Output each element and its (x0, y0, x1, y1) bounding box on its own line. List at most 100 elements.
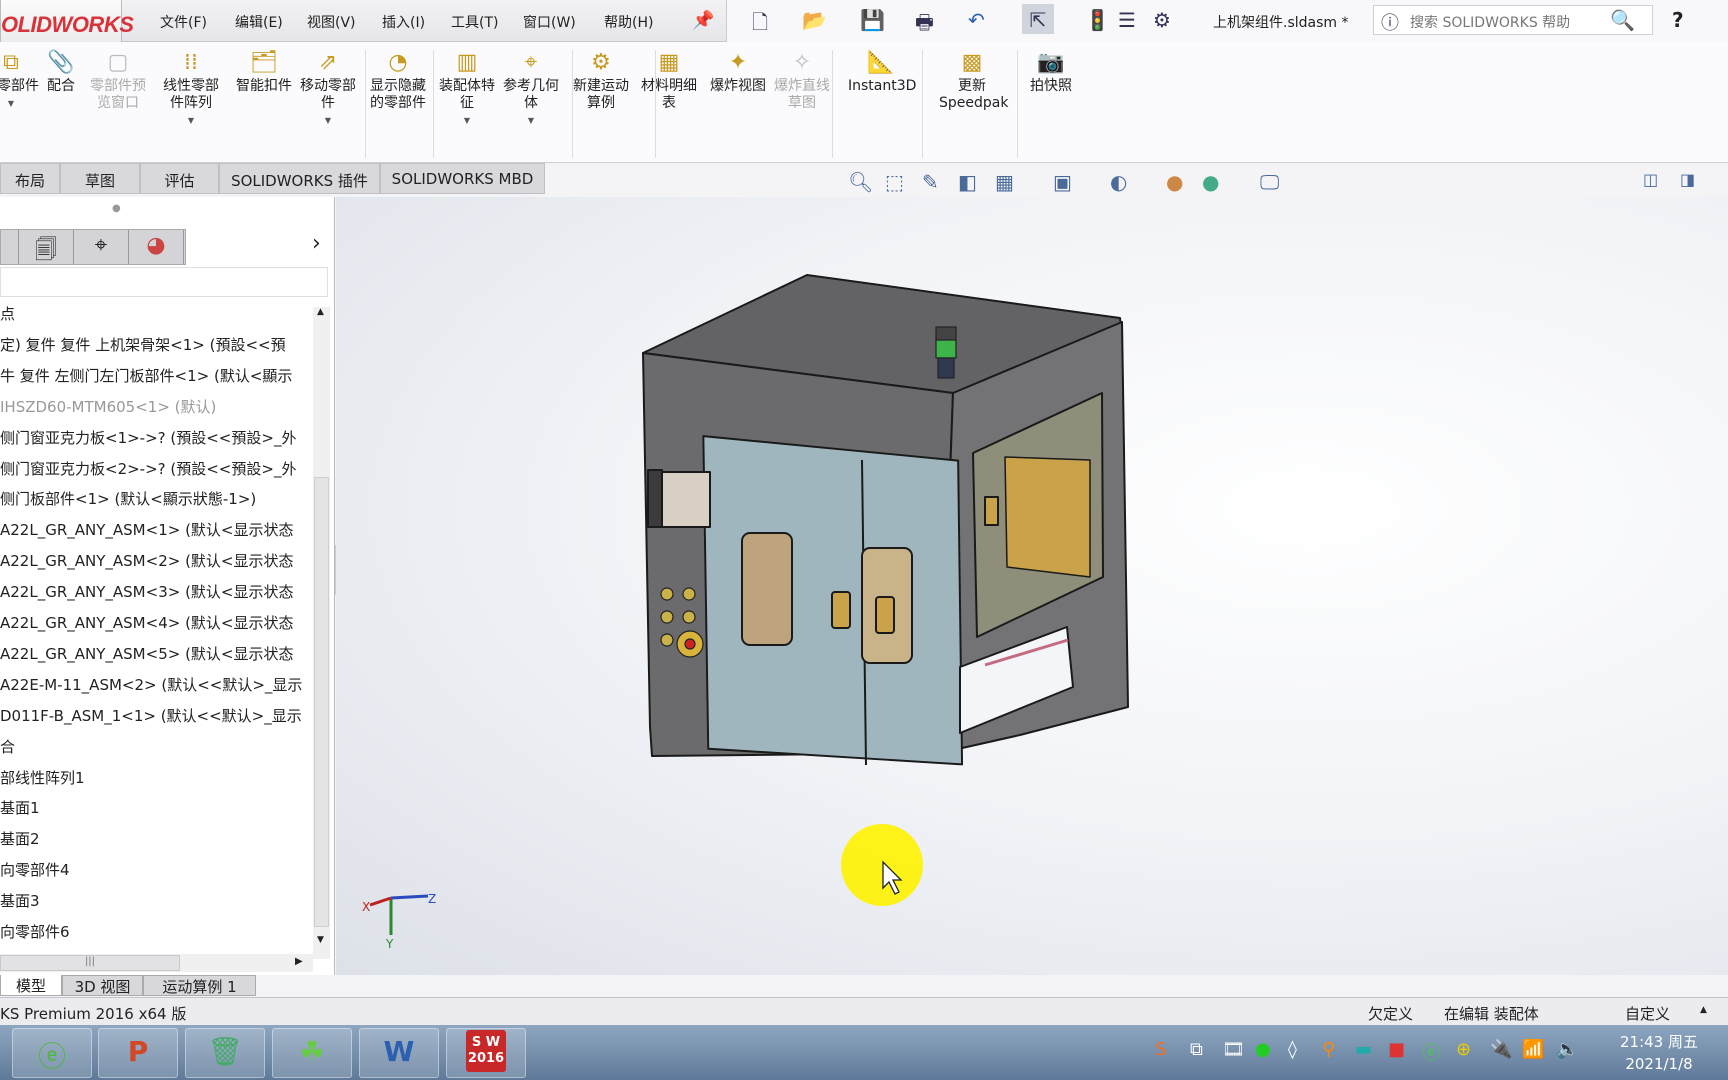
tree-item[interactable]: 侧门板部件<1> (默认<顯示狀態-1>) (0, 488, 312, 512)
scroll-down-icon[interactable]: ▼ (317, 935, 324, 945)
view-orientation-icon[interactable]: ▦ (995, 170, 1014, 194)
tray-search-icon[interactable]: ⚲ (1322, 1039, 1335, 1060)
graphics-viewport[interactable]: X Y Z (336, 197, 1728, 975)
zoom-to-fit-icon[interactable]: 🔍︎ (848, 170, 873, 194)
menu-item[interactable]: 帮助(H) (604, 12, 653, 32)
tree-item[interactable]: 侧门窗亚克力板<2>->? (預設<<預設>_外 (0, 458, 312, 482)
ribbon-assembly-feature-button[interactable]: ▥ 装配体特征 ▼ (434, 48, 500, 129)
ribbon-instant3d-button[interactable]: 📐 Instant3D (848, 48, 916, 95)
print-icon[interactable]: 🖶 (915, 8, 934, 42)
chevron-down-icon[interactable]: ▼ (158, 112, 224, 129)
ribbon-smart-fastener-button[interactable]: 🗂 智能扣件 (231, 48, 297, 95)
tree-item[interactable]: 基面1 (0, 797, 312, 821)
restore-pane-icon[interactable]: ◫ (1643, 170, 1658, 189)
status-up-icon[interactable]: ▲ (1700, 1005, 1707, 1015)
new-file-icon[interactable]: 🗋 (752, 8, 768, 42)
tray-app-icon[interactable]: ◊ (1288, 1039, 1297, 1060)
tray-film-icon[interactable]: 🎞 (1222, 1039, 1245, 1060)
tab-command[interactable]: SOLIDWORKS MBD (380, 163, 545, 194)
tree-item[interactable]: 点 (0, 303, 312, 327)
tray-alert-icon[interactable]: ■ (1388, 1039, 1405, 1060)
options-gear-icon[interactable]: ⚙ (1153, 8, 1171, 32)
tray-wbx-icon[interactable]: ▬ (1355, 1039, 1372, 1060)
section-view-icon[interactable]: ◧ (958, 170, 977, 194)
menu-item[interactable]: 文件(F) (160, 12, 207, 32)
ribbon-explode-line-button[interactable]: ✧ 爆炸直线草图 (769, 48, 835, 112)
maximize-pane-icon[interactable]: ◨ (1680, 170, 1695, 189)
scroll-up-icon[interactable]: ▲ (317, 307, 324, 317)
panel-grip-icon[interactable]: ● (112, 203, 121, 214)
tab-command[interactable]: 布局 (0, 163, 60, 194)
ribbon-reference-geometry-button[interactable]: ⌖ 参考几何体 ▼ (498, 48, 564, 129)
tree-item[interactable]: 侧门窗亚克力板<1>->? (預設<<預設>_外 (0, 427, 312, 451)
display-style-icon[interactable]: ▣ (1053, 170, 1072, 194)
tree-item[interactable]: 部线性阵列1 (0, 767, 312, 791)
zoom-area-icon[interactable]: ⬚ (885, 170, 904, 194)
tray-expand-icon[interactable]: ⧉ (1190, 1039, 1203, 1060)
taskbar-clock[interactable]: 21:43 周五 2021/1/8 (1620, 1031, 1698, 1075)
ribbon-linear-pattern-button[interactable]: ⁞⁞ 线性零部件阵列 ▼ (158, 48, 224, 129)
tree-item[interactable]: 牛 复件 左侧门左门板部件<1> (默认<顯示 (0, 365, 312, 389)
ribbon-speedpak-button[interactable]: ▩ 更新Speedpak (939, 48, 1008, 112)
dimxpert-tab[interactable]: ⌖ (74, 230, 129, 264)
tab-command[interactable]: 草图 (60, 163, 140, 194)
ribbon-show-hidden-button[interactable]: ◔ 显示隐藏的零部件 (365, 48, 431, 112)
menu-item[interactable]: 窗口(W) (523, 12, 576, 32)
tree-item[interactable]: 定) 复件 复件 上机架骨架<1> (預設<<預 (0, 334, 312, 358)
menu-item[interactable]: 插入(I) (382, 12, 425, 32)
volume-icon[interactable]: 🔈 (1556, 1039, 1578, 1060)
tree-item[interactable]: D011F-B_ASM_1<1> (默认<<默认>_显示 (0, 705, 312, 729)
tree-item[interactable]: A22L_GR_ANY_ASM<1> (默认<显示状态 (0, 519, 312, 543)
tab-command[interactable]: SOLIDWORKS 插件 (219, 163, 380, 194)
tree-item[interactable]: 合 (0, 736, 312, 760)
wechat-icon[interactable]: ● (1255, 1039, 1271, 1060)
pin-icon[interactable]: 📌 (692, 10, 714, 31)
edit-appearance-icon[interactable]: ● (1166, 170, 1183, 194)
clover-icon[interactable]: ☘ (272, 1028, 352, 1078)
ribbon-motion-study-button[interactable]: ⚙ 新建运动算例 (568, 48, 634, 112)
tree-item[interactable]: 向零部件4 (0, 859, 312, 883)
assembly-model[interactable]: X Y Z (336, 197, 1728, 975)
undo-icon[interactable]: ↶ (968, 8, 985, 32)
open-file-icon[interactable]: 📂 (802, 8, 827, 32)
chevron-down-icon[interactable]: ▼ (434, 112, 500, 129)
tree-item[interactable]: 基面3 (0, 890, 312, 914)
tree-scroll-thumb[interactable] (314, 477, 329, 927)
tree-item[interactable]: IHSZD60-MTM605<1> (默认) (0, 396, 312, 420)
power-icon[interactable]: 🔌 (1490, 1039, 1512, 1060)
powerpoint-icon[interactable]: P (98, 1028, 178, 1078)
status-units[interactable]: 自定义 (1625, 1003, 1670, 1024)
tree-hscroll-thumb[interactable]: ||| (0, 955, 180, 971)
ribbon-camera-button[interactable]: 📷 拍快照 (1018, 48, 1084, 95)
bottom-tab[interactable]: 模型 (0, 975, 62, 996)
network-icon[interactable]: 📶 (1522, 1039, 1544, 1060)
menu-item[interactable]: 编辑(E) (235, 12, 283, 32)
tree-item[interactable]: A22L_GR_ANY_ASM<4> (默认<显示状态 (0, 612, 312, 636)
tree-item[interactable]: 基面2 (0, 828, 312, 852)
tree-item[interactable]: 向零部件6 (0, 921, 312, 945)
tree-filter-input[interactable] (0, 267, 328, 297)
file-properties-icon[interactable]: ☰ (1118, 8, 1136, 32)
tree-item[interactable]: A22L_GR_ANY_ASM<3> (默认<显示状态 (0, 581, 312, 605)
select-icon[interactable]: ⇱ (1022, 4, 1054, 34)
search-icon[interactable]: 🔍 (1610, 8, 1635, 32)
menu-item[interactable]: 工具(T) (451, 12, 498, 32)
property-manager-tab[interactable]: 🗐 (19, 230, 74, 264)
help-button[interactable]: ? (1672, 8, 1684, 32)
scene-icon[interactable]: ● (1202, 170, 1219, 194)
sogou-ime-icon[interactable]: S (1155, 1039, 1166, 1060)
hide-show-icon[interactable]: ◐ (1110, 170, 1127, 194)
chevron-down-icon[interactable]: ▼ (498, 112, 564, 129)
menu-item[interactable]: 视图(V) (307, 12, 356, 32)
previous-view-icon[interactable]: ✎ (922, 170, 939, 194)
recycle-icon[interactable]: 🗑 (185, 1028, 265, 1078)
solidworks-logo[interactable]: OLIDWORKS (0, 0, 134, 44)
tray-plus-icon[interactable]: ⊕ (1456, 1039, 1471, 1060)
ie-icon[interactable]: ⓔ (12, 1028, 92, 1078)
chevron-right-icon[interactable]: › (312, 231, 321, 256)
view-settings-icon[interactable]: 🖵 (1260, 170, 1279, 194)
display-manager-tab[interactable]: ◕ (129, 230, 184, 264)
tray-browser-icon[interactable]: ⓔ (1422, 1039, 1440, 1065)
tree-item[interactable]: A22L_GR_ANY_ASM<2> (默认<显示状态 (0, 550, 312, 574)
bottom-tab[interactable]: 运动算例 1 (143, 975, 256, 996)
